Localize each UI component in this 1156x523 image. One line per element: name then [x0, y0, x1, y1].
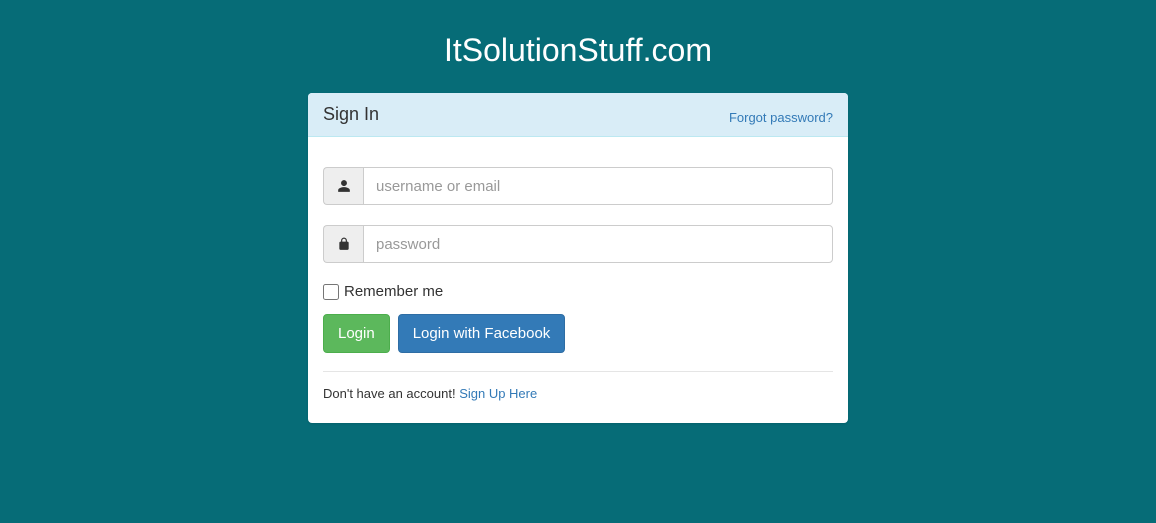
- panel-body: Remember me Login Login with Facebook Do…: [308, 137, 848, 423]
- remember-label: Remember me: [344, 283, 443, 300]
- user-icon: [323, 167, 363, 205]
- signup-link[interactable]: Sign Up Here: [459, 386, 537, 401]
- forgot-password-link[interactable]: Forgot password?: [729, 110, 833, 125]
- footer-text: Don't have an account!: [323, 386, 459, 401]
- panel-header-title: Sign In: [323, 104, 379, 125]
- panel-header: Sign In Forgot password?: [308, 93, 848, 137]
- username-input[interactable]: [363, 167, 833, 205]
- password-group: [323, 225, 833, 263]
- lock-icon: [323, 225, 363, 263]
- page-title: ItSolutionStuff.com: [0, 0, 1156, 93]
- facebook-login-button[interactable]: Login with Facebook: [398, 314, 566, 353]
- button-row: Login Login with Facebook: [323, 314, 833, 372]
- signup-footer: Don't have an account! Sign Up Here: [323, 386, 833, 401]
- username-group: [323, 167, 833, 205]
- login-button[interactable]: Login: [323, 314, 390, 353]
- password-input[interactable]: [363, 225, 833, 263]
- remember-row: Remember me: [323, 283, 833, 300]
- login-panel: Sign In Forgot password? Remember me Log…: [308, 93, 848, 423]
- remember-checkbox[interactable]: [323, 284, 339, 300]
